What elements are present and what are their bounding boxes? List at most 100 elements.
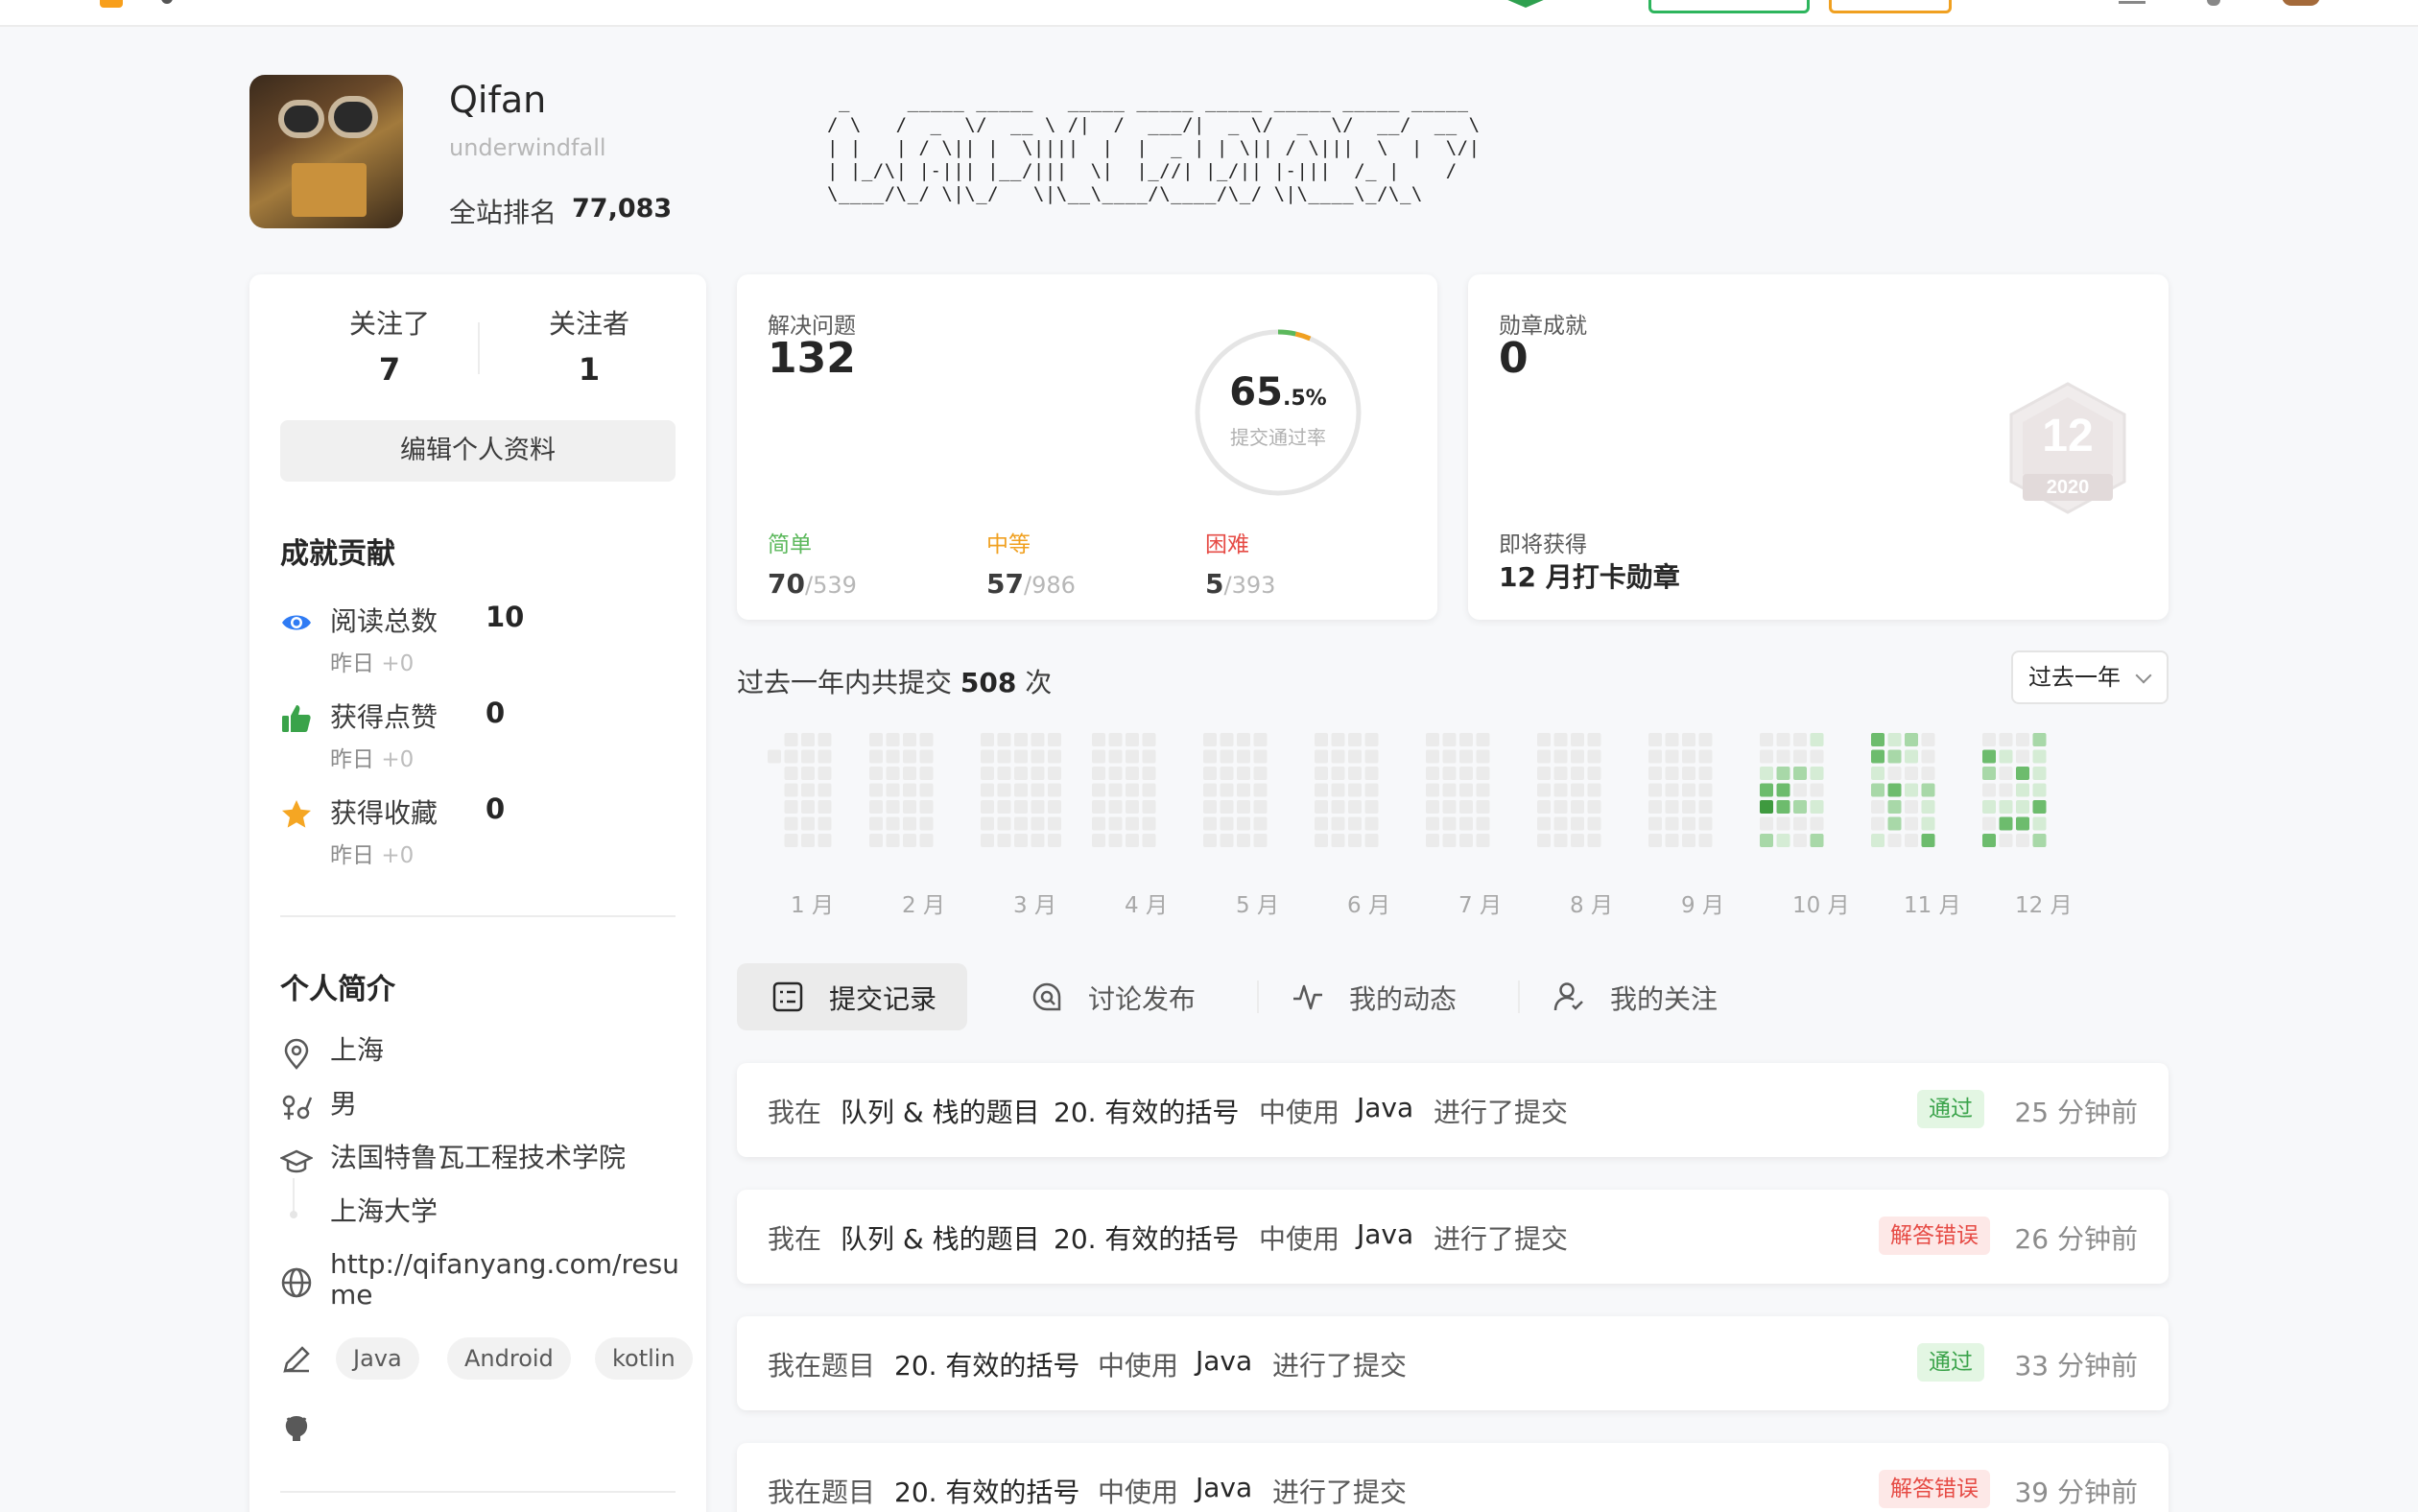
heatmap-cell[interactable] [1048,767,1061,780]
heatmap-cell[interactable] [1905,767,1918,780]
heatmap-cell[interactable] [1665,816,1679,831]
heatmap-cell[interactable] [1999,783,2013,797]
heatmap-cell[interactable] [1553,800,1568,814]
heatmap-cell[interactable] [2016,749,2029,764]
heatmap-cell[interactable] [886,800,900,814]
heatmap-cell[interactable] [1698,783,1713,797]
heatmap-cell[interactable] [768,749,781,764]
tab-submissions[interactable]: 提交记录 [737,963,967,1030]
heatmap-cell[interactable] [1587,767,1601,780]
heatmap-cell[interactable] [1142,733,1156,746]
heatmap-cell[interactable] [1871,749,1885,764]
heatmap-cell[interactable] [784,733,798,746]
heatmap-cell[interactable] [1315,749,1328,764]
heatmap-cell[interactable] [1905,733,1918,746]
github-icon[interactable] [280,1412,313,1445]
heatmap-cell[interactable] [1315,834,1328,847]
heatmap-cell[interactable] [1348,733,1362,746]
heatmap-cell[interactable] [1571,816,1584,831]
row-topic[interactable]: 队列 & 栈的题目 [841,1218,1040,1257]
heatmap-cell[interactable] [1999,767,2013,780]
heatmap-cell[interactable] [1048,783,1061,797]
heatmap-cell[interactable] [1348,749,1362,764]
leetcode-logo-icon[interactable] [100,0,123,8]
heatmap-cell[interactable] [1092,800,1105,814]
heatmap-cell[interactable] [1426,783,1439,797]
heatmap-cell[interactable] [1014,749,1028,764]
heatmap-cell[interactable] [1682,800,1695,814]
heatmap-cell[interactable] [1776,767,1790,780]
heatmap-cell[interactable] [1793,834,1807,847]
heatmap-cell[interactable] [1476,749,1490,764]
heatmap-cell[interactable] [1014,733,1028,746]
heatmap-cell[interactable] [801,816,815,831]
submission-row[interactable]: 我在题目 20. 有效的括号 中使用 Java 进行了提交 通过 33 分钟前 [737,1316,2169,1410]
heatmap-cell[interactable] [1237,783,1250,797]
heatmap-cell[interactable] [1793,767,1807,780]
heatmap-cell[interactable] [1442,733,1457,746]
heatmap-cell[interactable] [1220,800,1234,814]
heatmap-cell[interactable] [818,816,832,831]
heatmap-cell[interactable] [1871,816,1885,831]
heatmap-cell[interactable] [1476,783,1490,797]
heatmap-cell[interactable] [1571,749,1584,764]
heatmap-cell[interactable] [1587,733,1601,746]
heatmap-cell[interactable] [1587,834,1601,847]
heatmap-cell[interactable] [801,767,815,780]
heatmap-cell[interactable] [1537,783,1551,797]
heatmap-cell[interactable] [1253,816,1268,831]
heatmap-cell[interactable] [997,800,1011,814]
heatmap-cell[interactable] [1203,800,1217,814]
heatmap-cell[interactable] [1442,834,1457,847]
heatmap-cell[interactable] [1905,800,1918,814]
row-problem[interactable]: 20. 有效的括号 [1054,1092,1239,1130]
heatmap-cell[interactable] [1887,733,1902,746]
heatmap-cell[interactable] [1553,816,1568,831]
heatmap-cell[interactable] [1237,767,1250,780]
heatmap-cell[interactable] [1905,816,1918,831]
heatmap-cell[interactable] [1982,834,1996,847]
heatmap-cell[interactable] [1364,816,1379,831]
status-badge[interactable]: 解答错误 [1879,1217,1990,1255]
heatmap-cell[interactable] [1776,783,1790,797]
heatmap-cell[interactable] [886,816,900,831]
heatmap-cell[interactable] [1553,733,1568,746]
heatmap-cell[interactable] [1810,767,1824,780]
heatmap-cell[interactable] [1793,733,1807,746]
heatmap-cell[interactable] [1793,749,1807,764]
heatmap-cell[interactable] [2016,800,2029,814]
heatmap-cell[interactable] [1426,749,1439,764]
heatmap-cell[interactable] [1442,767,1457,780]
heatmap-cell[interactable] [1364,749,1379,764]
heatmap-cell[interactable] [1921,733,1935,746]
heatmap-cell[interactable] [1237,834,1250,847]
heatmap-cell[interactable] [1459,767,1473,780]
heatmap-cell[interactable] [2016,767,2029,780]
heatmap-cell[interactable] [1315,767,1328,780]
heatmap-cell[interactable] [1553,767,1568,780]
heatmap-cell[interactable] [1108,767,1123,780]
heatmap-cell[interactable] [1442,783,1457,797]
heatmap-cell[interactable] [903,767,916,780]
heatmap-cell[interactable] [1682,816,1695,831]
heatmap-cell[interactable] [801,800,815,814]
heatmap-cell[interactable] [1237,800,1250,814]
heatmap-cell[interactable] [1999,749,2013,764]
heatmap-cell[interactable] [1776,834,1790,847]
heatmap-cell[interactable] [1553,834,1568,847]
heatmap-cell[interactable] [1364,733,1379,746]
heatmap-cell[interactable] [1014,767,1028,780]
tab-following[interactable]: 我的关注 [1518,963,1758,1030]
heatmap-cell[interactable] [886,767,900,780]
heatmap-cell[interactable] [886,733,900,746]
heatmap-cell[interactable] [1459,816,1473,831]
heatmap-cell[interactable] [2032,783,2047,797]
heatmap-cell[interactable] [1871,834,1885,847]
heatmap-cell[interactable] [1887,834,1902,847]
heatmap-cell[interactable] [1331,733,1345,746]
heatmap-cell[interactable] [1776,749,1790,764]
heatmap-cell[interactable] [1587,783,1601,797]
heatmap-cell[interactable] [1253,800,1268,814]
heatmap-cell[interactable] [981,800,994,814]
heatmap-cell[interactable] [1315,783,1328,797]
